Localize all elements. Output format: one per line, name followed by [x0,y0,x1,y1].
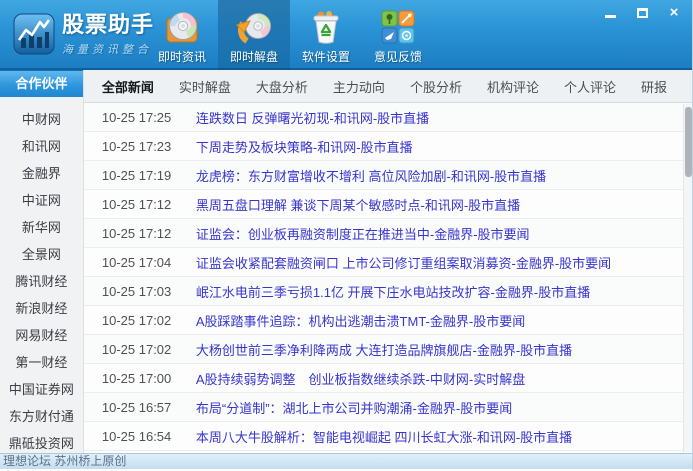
cd-news-icon [163,8,201,46]
scrollbar-thumb[interactable] [685,107,692,177]
news-row[interactable]: 10-25 17:03 岷江水电前三季亏损1.1亿 开展下庄水电站技改扩容-金融界… [84,277,692,306]
news-row[interactable]: 10-25 17:25 连跌数日 反弹曙光初现-和讯网-股市直播 [84,103,692,132]
app-brand: 股票助手 海量资讯整合 [62,12,154,57]
news-row[interactable]: 10-25 17:19 龙虎榜：东方财富增收不增利 高位风险加剧-和讯网-股市直播 [84,161,692,190]
news-title-link[interactable]: 证监会收紧配套融资闸口 上市公司修订重组案取消募资-金融界-股市要闻 [196,253,611,272]
tab-bar: 全部新闻 实时解盘 大盘分析 主力动向 个股分析 机构评论 个人评论 研报 [84,70,692,103]
minimize-icon[interactable] [602,6,618,20]
sidebar-item[interactable]: 新华网 [0,214,83,241]
news-time: 10-25 17:25 [102,110,180,125]
sidebar-item[interactable]: 腾讯财经 [0,268,83,295]
main-area: 合作伙伴 中财网和讯网金融界中证网新华网全景网腾讯财经新浪财经网易财经第一财经中… [0,70,692,453]
stock-chart-logo-icon [13,13,55,55]
main-toolbar: 即时资讯 即时解盘 [146,0,434,70]
toolbar-button-settings[interactable]: 软件设置 [290,0,362,70]
sidebar-item[interactable]: 中国证券网 [0,376,83,403]
toolbar-button-instant-analysis[interactable]: 即时解盘 [218,0,290,70]
sidebar-header[interactable]: 合作伙伴 [0,70,83,97]
news-title-link[interactable]: 本周八大牛股解析：智能电视崛起 四川长虹大涨-和讯网-股市直播 [196,427,572,446]
toolbar-button-label: 即时解盘 [230,48,278,65]
cd-replay-icon [235,8,273,46]
app-subtitle: 海量资讯整合 [62,41,154,57]
news-title-link[interactable]: 下周走势及板块策略-和讯网-股市直播 [196,137,413,156]
sidebar-item[interactable]: 第一财经 [0,349,83,376]
sidebar-item[interactable]: 东方财付通 [0,403,83,430]
status-bar: 理想论坛 苏州桥上原创 [0,453,692,469]
news-panel: 全部新闻 实时解盘 大盘分析 主力动向 个股分析 机构评论 个人评论 研报 10-25 17:… [84,70,692,453]
news-row[interactable]: 10-25 17:00 A股持续弱势调整 创业板指数继续杀跌-中财网-实时解盘 [84,364,692,393]
sidebar-list: 中财网和讯网金融界中证网新华网全景网腾讯财经新浪财经网易财经第一财经中国证券网东… [0,97,83,453]
sidebar-item[interactable]: 网易财经 [0,322,83,349]
news-row[interactable]: 10-25 17:02 A股踩踏事件追踪：机构出逃潮击溃TMT-金融界-股市要闻 [84,306,692,335]
news-row[interactable]: 10-25 17:23 下周走势及板块策略-和讯网-股市直播 [84,132,692,161]
toolbar-button-label: 意见反馈 [374,48,422,65]
news-row[interactable]: 10-25 16:54 本周八大牛股解析：智能电视崛起 四川长虹大涨-和讯网-股市… [84,422,692,451]
news-title-link[interactable]: 证监会：创业板再融资制度正在推进当中-金融界-股市要闻 [196,224,530,243]
tab[interactable]: 实时解盘 [179,77,231,96]
recycle-bin-settings-icon [307,8,345,46]
sidebar-item[interactable]: 鼎砥投资网 [0,430,83,453]
news-row[interactable]: 10-25 16:57 布局“分道制”：湖北上市公司并购潮涌-金融界-股市要闻 [84,393,692,422]
sidebar-item[interactable]: 中证网 [0,187,83,214]
close-icon[interactable]: × [666,6,682,20]
sidebar-item[interactable]: 全景网 [0,241,83,268]
news-title-link[interactable]: A股持续弱势调整 创业板指数继续杀跌-中财网-实时解盘 [196,369,525,388]
toolbar-button-label: 软件设置 [302,48,350,65]
toolbar-button-label: 即时资讯 [158,48,206,65]
tab[interactable]: 主力动向 [333,77,385,96]
news-time: 10-25 17:19 [102,168,180,183]
news-title-link[interactable]: 连跌数日 反弹曙光初现-和讯网-股市直播 [196,108,429,127]
news-title-link[interactable]: A股踩踏事件追踪：机构出逃潮击溃TMT-金融界-股市要闻 [196,311,525,330]
app-title: 股票助手 [62,12,154,38]
news-time: 10-25 17:04 [102,255,180,270]
toolbar-button-feedback[interactable]: 意见反馈 [362,0,434,70]
news-time: 10-25 16:57 [102,400,180,415]
tab[interactable]: 大盘分析 [256,77,308,96]
tab[interactable]: 研报 [641,77,667,96]
sidebar-item[interactable]: 新浪财经 [0,295,83,322]
news-title-link[interactable]: 大杨创世前三季净利降两成 大连打造品牌旗舰店-金融界-股市直播 [196,340,572,359]
partners-sidebar: 合作伙伴 中财网和讯网金融界中证网新华网全景网腾讯财经新浪财经网易财经第一财经中… [0,70,84,453]
feedback-grid-icon [379,8,417,46]
news-time: 10-25 17:12 [102,226,180,241]
news-time: 10-25 17:23 [102,139,180,154]
news-time: 10-25 17:12 [102,197,180,212]
news-title-link[interactable]: 布局“分道制”：湖北上市公司并购潮涌-金融界-股市要闻 [196,398,512,417]
news-title-link[interactable]: 龙虎榜：东方财富增收不增利 高位风险加剧-和讯网-股市直播 [196,166,546,185]
tab[interactable]: 个人评论 [564,77,616,96]
tab[interactable]: 个股分析 [410,77,462,96]
sidebar-item[interactable]: 中财网 [0,106,83,133]
news-time: 10-25 17:03 [102,284,180,299]
tab[interactable]: 全部新闻 [102,77,154,96]
title-bar: 股票助手 海量资讯整合 即时资讯 [0,0,692,70]
status-text: 理想论坛 苏州桥上原创 [3,454,126,468]
toolbar-button-instant-news[interactable]: 即时资讯 [146,0,218,70]
sidebar-item[interactable]: 和讯网 [0,133,83,160]
maximize-icon[interactable] [634,6,650,20]
tab[interactable]: 机构评论 [487,77,539,96]
news-time: 10-25 17:02 [102,342,180,357]
news-row[interactable]: 10-25 17:02 大杨创世前三季净利降两成 大连打造品牌旗舰店-金融界-股市… [84,335,692,364]
scrollbar-track[interactable] [683,104,692,452]
news-list: 10-25 17:25连跌数日 反弹曙光初现-和讯网-股市直播10-25 17:… [84,103,692,451]
news-title-link[interactable]: 黑周五盘口理解 兼谈下周某个敏感时点-和讯网-股市直播 [196,195,520,214]
news-row[interactable]: 10-25 17:12 证监会：创业板再融资制度正在推进当中-金融界-股市要闻 [84,219,692,248]
news-row[interactable]: 10-25 17:04 证监会收紧配套融资闸口 上市公司修订重组案取消募资-金融界… [84,248,692,277]
news-title-link[interactable]: 岷江水电前三季亏损1.1亿 开展下庄水电站技改扩容-金融界-股市直播 [196,282,590,301]
window-controls: × [602,6,682,20]
app-window: 股票助手 海量资讯整合 即时资讯 [0,0,693,471]
news-time: 10-25 17:02 [102,313,180,328]
news-list-wrapper: 10-25 17:25连跌数日 反弹曙光初现-和讯网-股市直播10-25 17:… [84,103,692,453]
sidebar-item[interactable]: 金融界 [0,160,83,187]
news-time: 10-25 16:54 [102,429,180,444]
news-row[interactable]: 10-25 17:12 黑周五盘口理解 兼谈下周某个敏感时点-和讯网-股市直播 [84,190,692,219]
news-time: 10-25 17:00 [102,371,180,386]
